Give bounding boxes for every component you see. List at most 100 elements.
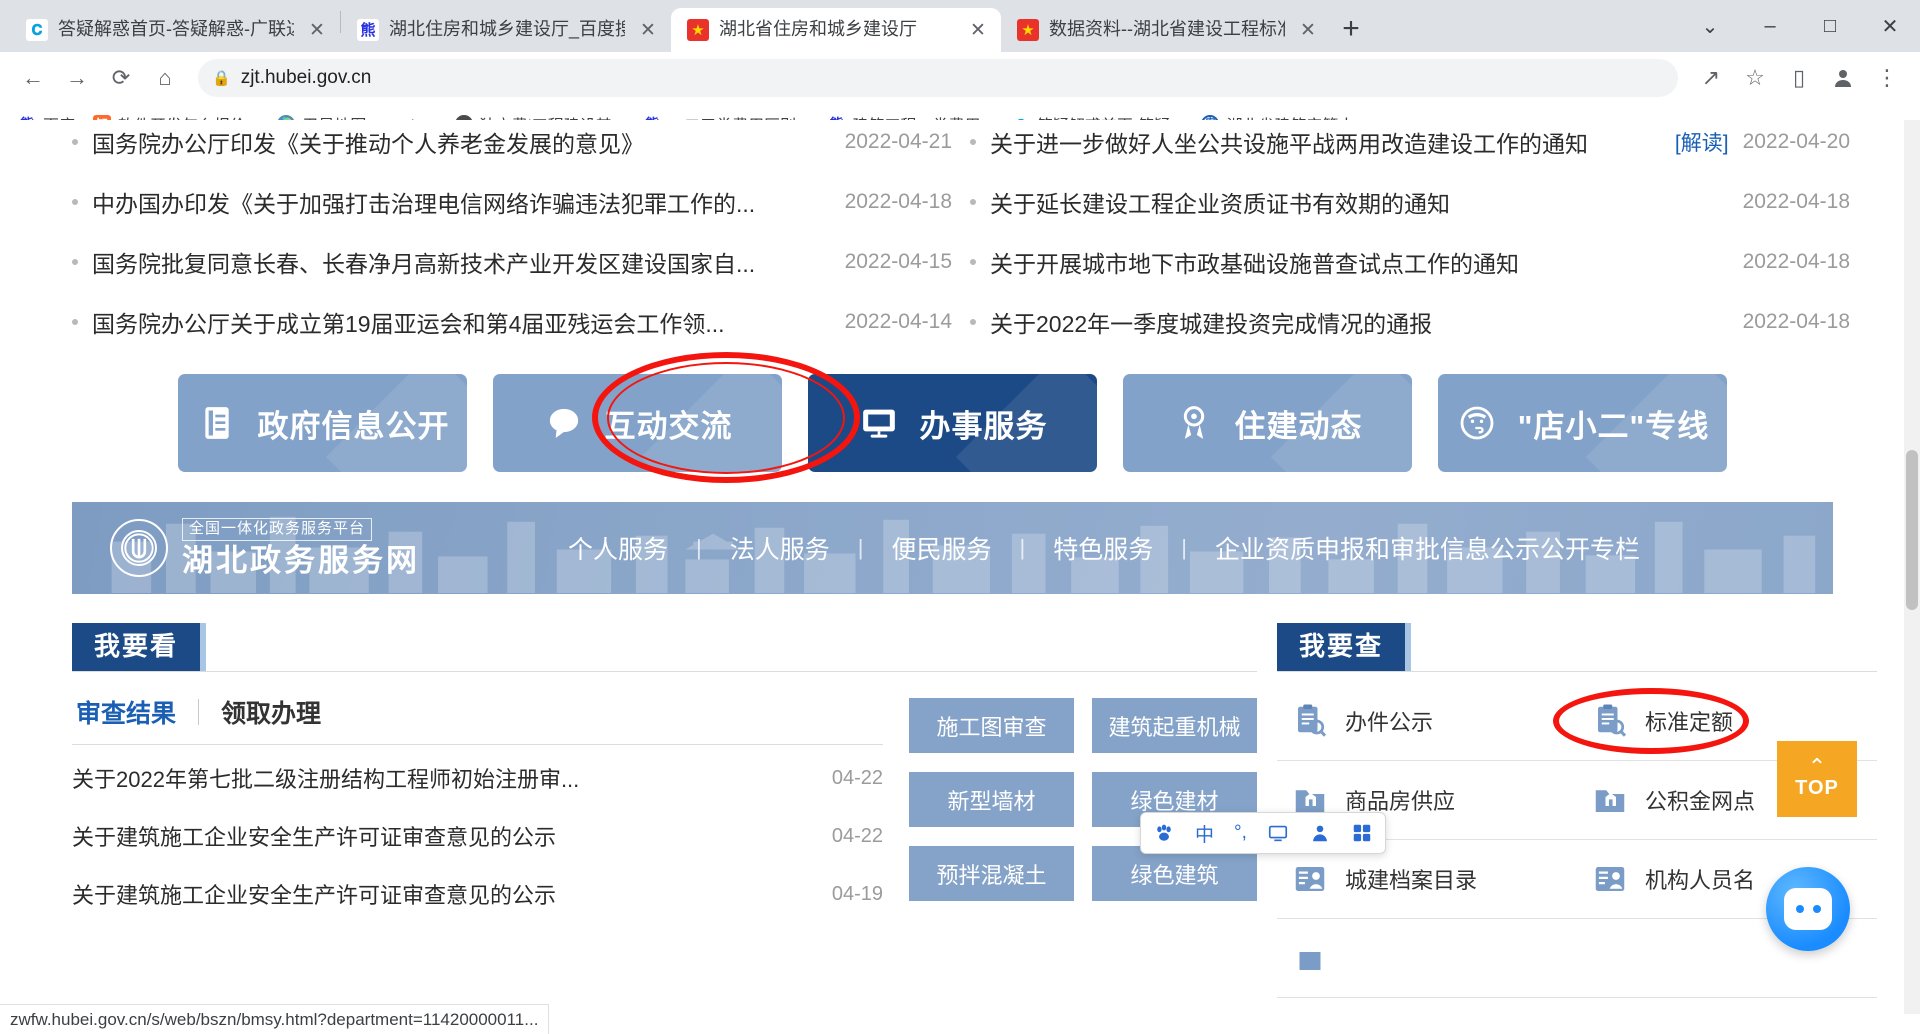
list-item[interactable]: 关于建筑施工企业安全生产许可证审查意见的公示 04-19	[72, 869, 883, 919]
ime-punctuation-toggle[interactable]: °,	[1234, 822, 1247, 844]
close-icon[interactable]: ✕	[304, 17, 330, 43]
new-tab-button[interactable]: +	[1331, 9, 1371, 49]
bookmark-star-icon[interactable]: ☆	[1736, 59, 1774, 97]
tab-strip: 𝐂 答疑解惑首页-答疑解惑-广联达服 ✕ 熊 湖北住房和城乡建设厅_百度搜索 ✕…	[0, 0, 1920, 52]
gov-service-subtitle: 全国一体化政务服务平台	[182, 518, 373, 541]
forward-icon[interactable]: →	[58, 59, 96, 97]
news-column-left: 国务院办公厅印发《关于推动个人养老金发展的意见》 2022-04-21 中办国办…	[72, 120, 952, 352]
bottom-panels: 我要看 审查结果 领取办理 关于2022年第七批二级注册结构工程师初始注册审..…	[0, 623, 1905, 998]
browser-tab-1[interactable]: 熊 湖北住房和城乡建设厅_百度搜索 ✕	[341, 8, 671, 52]
close-icon[interactable]: ✕	[1295, 17, 1321, 43]
profile-avatar-icon[interactable]	[1824, 59, 1862, 97]
panel-header: 我要看	[72, 623, 1257, 672]
gov-link-featured[interactable]: 特色服务	[1025, 530, 1181, 566]
clipboard-search-icon	[1291, 702, 1329, 740]
news-item[interactable]: 国务院办公厅印发《关于推动个人养老金发展的意见》 2022-04-21	[72, 120, 952, 172]
menu-icon[interactable]: ⋮	[1868, 59, 1906, 97]
tag-button-ready-mix-concrete[interactable]: 预拌混凝土	[909, 846, 1074, 901]
news-title: 国务院办公厅关于成立第19届亚运会和第4届亚残运会工作领...	[92, 311, 725, 337]
headset-person-icon	[1456, 402, 1498, 444]
list-item-title: 关于建筑施工企业安全生产许可证审查意见的公示	[72, 825, 557, 850]
news-date: 2022-04-18	[1742, 250, 1850, 273]
news-item[interactable]: 关于开展城市地下市政基础设施普查试点工作的通知 2022-04-18	[970, 232, 1850, 292]
subtab-collect-handle[interactable]: 领取办理	[199, 694, 343, 730]
bullet-icon	[72, 259, 78, 265]
close-window-button[interactable]: ✕	[1860, 0, 1920, 52]
news-item[interactable]: 关于进一步做好人坐公共设施平战两用改造建设工作的通知 [解读] 2022-04-…	[970, 120, 1850, 172]
news-item[interactable]: 关于2022年一季度城建投资完成情况的通报 2022-04-18	[970, 292, 1850, 352]
tab-title: 数据资料--湖北省建设工程标准定	[1049, 19, 1285, 40]
side-panel-icon[interactable]: ▯	[1780, 59, 1818, 97]
news-title: 关于开展城市地下市政基础设施普查试点工作的通知	[990, 251, 1519, 277]
vertical-scrollbar[interactable]	[1904, 120, 1920, 1014]
news-date: 2022-04-18	[1742, 310, 1850, 333]
channel-label: 办事服务	[919, 408, 1048, 444]
page-viewport: 国务院办公厅印发《关于推动个人养老金发展的意见》 2022-04-21 中办国办…	[0, 120, 1920, 1014]
scrollbar-thumb[interactable]	[1906, 450, 1918, 610]
address-bar[interactable]: 🔒 zjt.hubei.gov.cn	[198, 59, 1678, 97]
gov-link-qualification[interactable]: 企业资质申报和审批信息公示公开专栏	[1187, 530, 1668, 566]
channel-button-interaction[interactable]: 互动交流	[493, 374, 782, 472]
channel-button-hotline[interactable]: "店小二"专线	[1438, 374, 1727, 472]
browser-tab-3[interactable]: ★ 数据资料--湖北省建设工程标准定 ✕	[1001, 8, 1331, 52]
home-icon[interactable]: ⌂	[146, 59, 184, 97]
sogou-paw-icon[interactable]	[1153, 822, 1175, 844]
robot-eye-left	[1795, 905, 1804, 913]
see-subtabs: 审查结果 领取办理	[72, 694, 883, 745]
back-icon[interactable]: ←	[14, 59, 52, 97]
grid-icon[interactable]	[1351, 822, 1373, 844]
close-icon[interactable]: ✕	[635, 17, 661, 43]
subtab-review-result[interactable]: 审查结果	[72, 694, 198, 730]
panel-header: 我要查	[1277, 623, 1877, 672]
person-card-icon	[1291, 860, 1329, 898]
gov-service-links: 个人服务 | 法人服务 | 便民服务 | 特色服务 | 企业资质申报和审批信息公…	[540, 530, 1668, 566]
chevron-down-icon[interactable]: ⌄	[1680, 0, 1740, 52]
channel-button-government-disclosure[interactable]: 政府信息公开	[178, 374, 467, 472]
see-tag-buttons: 施工图审查 新型墙材 预拌混凝土 建筑起重机械 绿色建材 绿色建筑	[909, 694, 1257, 919]
monitor-icon	[858, 402, 900, 444]
back-to-top-button[interactable]: ⌃ TOP	[1777, 741, 1857, 817]
baidu-icon: 熊	[357, 19, 379, 41]
news-item[interactable]: 国务院批复同意长春、长春净月高新技术产业开发区建设国家自... 2022-04-…	[72, 232, 952, 292]
tag-button-green-building[interactable]: 绿色建筑	[1092, 846, 1257, 901]
check-item-partial[interactable]	[1277, 919, 1577, 997]
gov-emblem-icon: ★	[1017, 19, 1039, 41]
check-item-label: 办件公示	[1345, 710, 1434, 735]
news-item[interactable]: 国务院办公厅关于成立第19届亚运会和第4届亚残运会工作领... 2022-04-…	[72, 292, 952, 352]
minimize-button[interactable]: –	[1740, 0, 1800, 52]
maximize-button[interactable]: □	[1800, 0, 1860, 52]
reload-icon[interactable]: ⟳	[102, 59, 140, 97]
close-icon[interactable]: ✕	[965, 17, 991, 43]
tag-button-drawing-review[interactable]: 施工图审查	[909, 698, 1074, 753]
ime-toolbar[interactable]: 中 °,	[1140, 812, 1386, 854]
national-platform-seal-icon	[110, 519, 168, 577]
browser-tab-2[interactable]: ★ 湖北省住房和城乡建设厅 ✕	[671, 8, 1001, 52]
building-icon	[1291, 939, 1329, 977]
channel-button-housing-news[interactable]: 住建动态	[1123, 374, 1412, 472]
check-item-case-publicity[interactable]: 办件公示	[1277, 682, 1577, 760]
gov-link-convenience[interactable]: 便民服务	[863, 530, 1019, 566]
browser-tab-0[interactable]: 𝐂 答疑解惑首页-答疑解惑-广联达服 ✕	[10, 8, 340, 52]
gov-link-personal[interactable]: 个人服务	[540, 530, 696, 566]
news-item[interactable]: 中办国办印发《关于加强打击治理电信网络诈骗违法犯罪工作的... 2022-04-…	[72, 172, 952, 232]
person-icon[interactable]	[1309, 822, 1331, 844]
news-title: 中办国办印发《关于加强打击治理电信网络诈骗违法犯罪工作的...	[92, 191, 756, 217]
list-item[interactable]: 关于2022年第七批二级注册结构工程师初始注册审... 04-22	[72, 753, 883, 803]
share-icon[interactable]: ↗	[1692, 59, 1730, 97]
gov-service-banner[interactable]: 全国一体化政务服务平台 湖北政务服务网 个人服务 | 法人服务 | 便民服务 |…	[72, 502, 1833, 594]
gov-link-legal[interactable]: 法人服务	[702, 530, 858, 566]
monitor-icon[interactable]	[1267, 822, 1289, 844]
list-item-title: 关于2022年第七批二级注册结构工程师初始注册审...	[72, 767, 580, 792]
clipboard-search-icon	[1591, 702, 1629, 740]
list-item[interactable]: 关于建筑施工企业安全生产许可证审查意见的公示 04-22	[72, 811, 883, 861]
ime-language-toggle[interactable]: 中	[1195, 820, 1214, 847]
news-interpretation-link[interactable]: [解读]	[1675, 127, 1729, 157]
channel-button-services[interactable]: 办事服务	[808, 374, 1097, 472]
bullet-icon	[72, 139, 78, 145]
tag-button-lifting-machinery[interactable]: 建筑起重机械	[1092, 698, 1257, 753]
tag-button-new-wall-material[interactable]: 新型墙材	[909, 772, 1074, 827]
browser-toolbar: ← → ⟳ ⌂ 🔒 zjt.hubei.gov.cn ↗ ☆ ▯ ⋮	[0, 52, 1920, 104]
robot-assistant-icon[interactable]	[1766, 867, 1850, 951]
news-item[interactable]: 关于延长建设工程企业资质证书有效期的通知 2022-04-18	[970, 172, 1850, 232]
document-list-icon	[196, 402, 238, 444]
